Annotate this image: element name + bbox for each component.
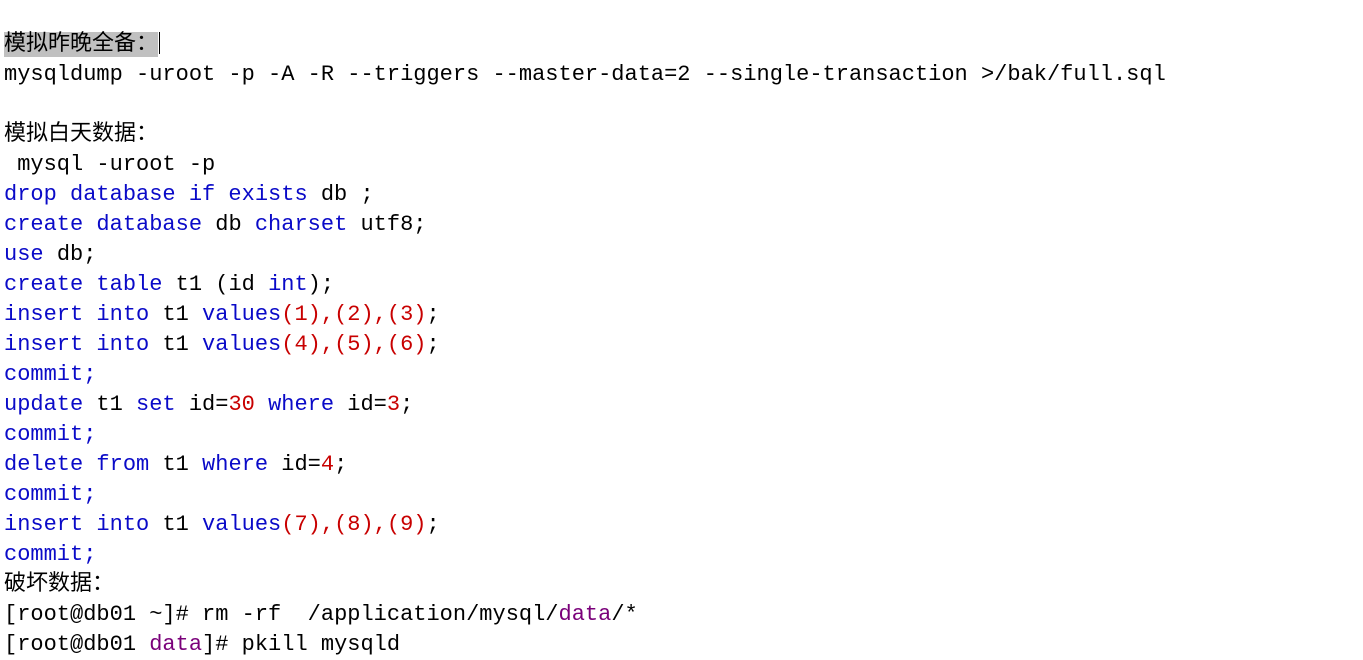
section1-title: 模拟昨晚全备： (4, 32, 158, 57)
sql-insert-3: insert into t1 values(7),(8),(9); (4, 512, 440, 537)
mysql-login: mysql -uroot -p (4, 152, 215, 177)
section3-title: 破坏数据： (4, 572, 114, 597)
sql-insert-2: insert into t1 values(4),(5),(6); (4, 332, 440, 357)
code-editor[interactable]: 模拟昨晚全备： mysqldump -uroot -p -A -R --trig… (0, 0, 1363, 660)
sql-create-db: create database db charset utf8; (4, 212, 427, 237)
sql-update: update t1 set id=30 where id=3; (4, 392, 413, 417)
sql-use: use db; (4, 242, 96, 267)
shell-pkill: [root@db01 data]# pkill mysqld (4, 632, 400, 657)
shell-rm: [root@db01 ~]# rm -rf /application/mysql… (4, 602, 638, 627)
sql-commit-4: commit; (4, 542, 96, 567)
sql-insert-1: insert into t1 values(1),(2),(3); (4, 302, 440, 327)
section2-title: 模拟白天数据： (4, 122, 158, 147)
sql-delete: delete from t1 where id=4; (4, 452, 347, 477)
sql-commit-3: commit; (4, 482, 96, 507)
sql-create-table: create table t1 (id int); (4, 272, 334, 297)
sql-commit-1: commit; (4, 362, 96, 387)
text-cursor (159, 32, 160, 54)
sql-commit-2: commit; (4, 422, 96, 447)
sql-drop: drop database if exists db ; (4, 182, 374, 207)
mysqldump-command: mysqldump -uroot -p -A -R --triggers --m… (4, 62, 1166, 87)
